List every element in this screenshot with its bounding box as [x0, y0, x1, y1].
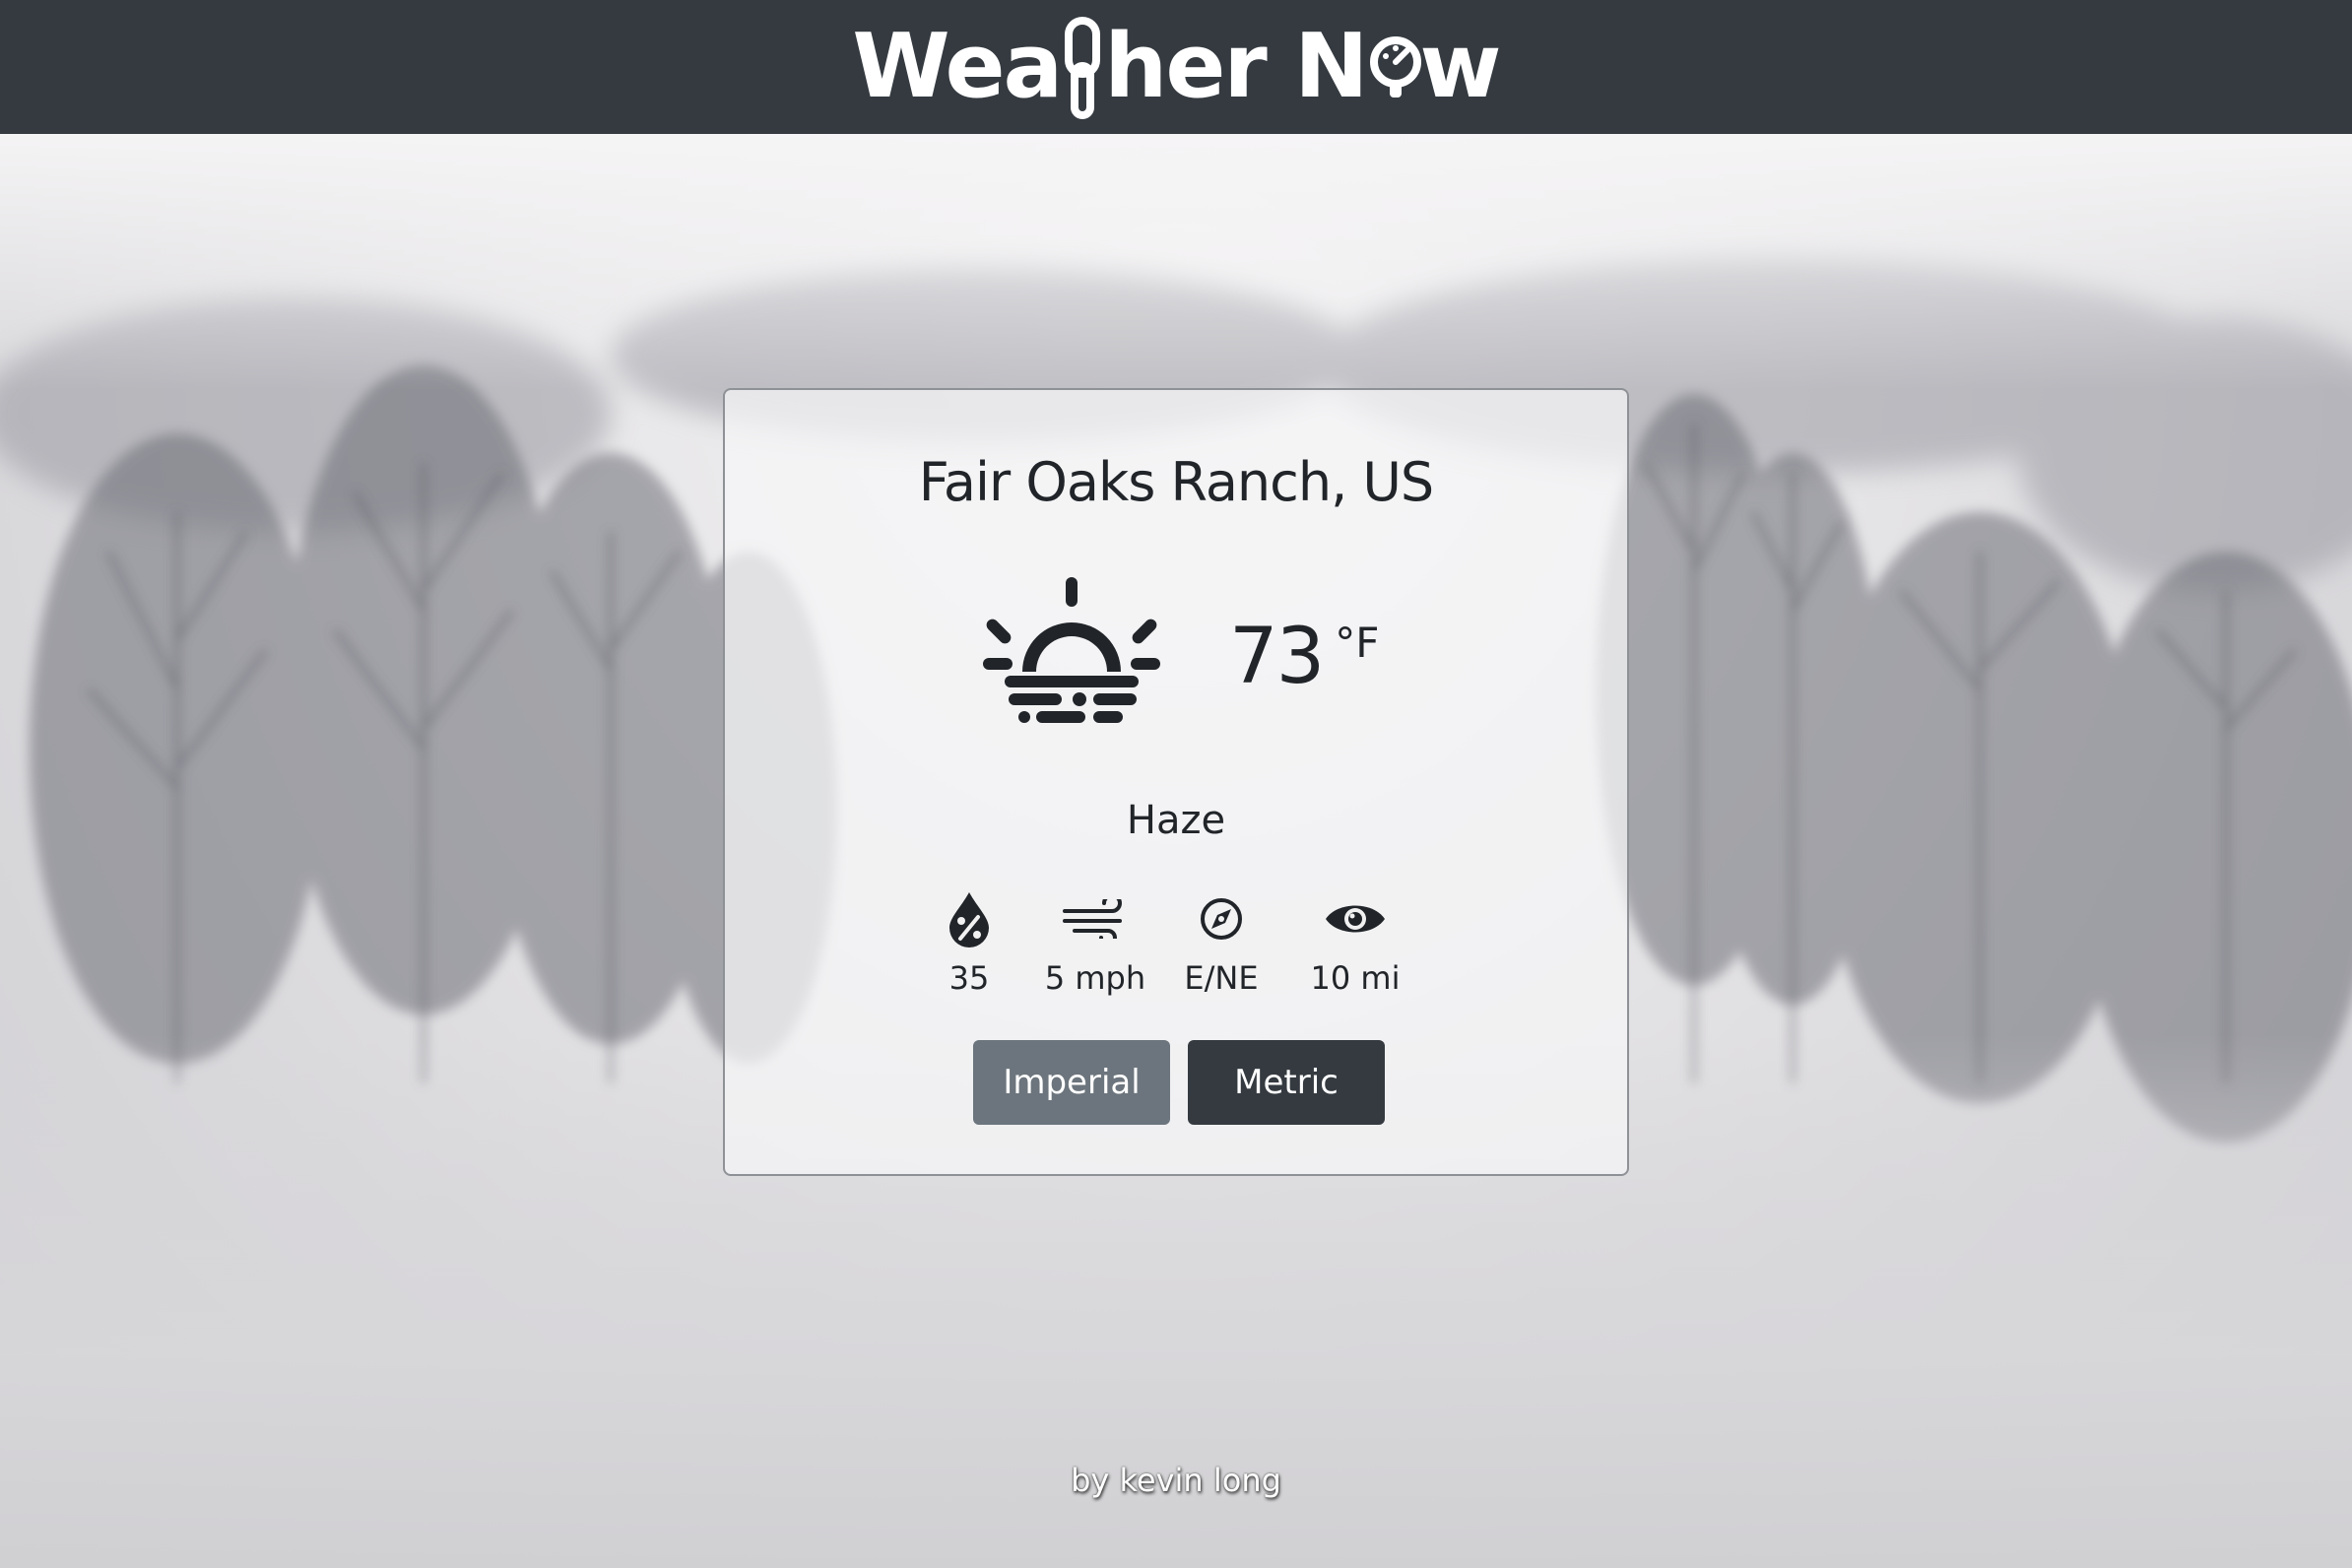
eye-icon — [1326, 905, 1385, 933]
haze-icon — [983, 577, 1160, 729]
logo-text-part: Wea — [852, 15, 1063, 118]
gauge-icon — [1370, 36, 1422, 98]
weather-condition: Haze — [1126, 798, 1226, 843]
wind-icon — [1063, 899, 1122, 939]
imperial-button[interactable]: Imperial — [973, 1040, 1170, 1125]
metric-button[interactable]: Metric — [1188, 1040, 1385, 1125]
visibility-value: 10 mi — [1310, 959, 1401, 997]
compass-icon — [1201, 898, 1242, 940]
humidity-icon — [949, 892, 989, 947]
app-logo[interactable]: Wea her N w — [852, 13, 1502, 121]
fog-overlay-top — [0, 134, 2352, 390]
weather-stats: 35 5 mph E/NE 10 mi — [725, 890, 1627, 999]
temperature-display: 73 °F — [1229, 613, 1379, 701]
temperature-unit: °F — [1335, 619, 1380, 667]
temperature-value: 73 — [1229, 613, 1325, 701]
weather-card: Fair Oaks Ranch, US 73 °F Haze 35 5 mph … — [723, 388, 1629, 1176]
city-name: Fair Oaks Ranch, US — [918, 451, 1434, 513]
thermometer-icon — [1065, 17, 1101, 119]
footer-credit: by kevin long — [1071, 1462, 1281, 1499]
visibility-stat: 10 mi — [1276, 890, 1434, 997]
app-header: Wea her N w — [0, 0, 2352, 134]
logo-text-part: w — [1419, 15, 1501, 118]
weather-app: Wea her N w Fair Oaks Ranch, US 73 °F Ha… — [0, 0, 2352, 1568]
logo-text-part: her N — [1104, 15, 1368, 118]
